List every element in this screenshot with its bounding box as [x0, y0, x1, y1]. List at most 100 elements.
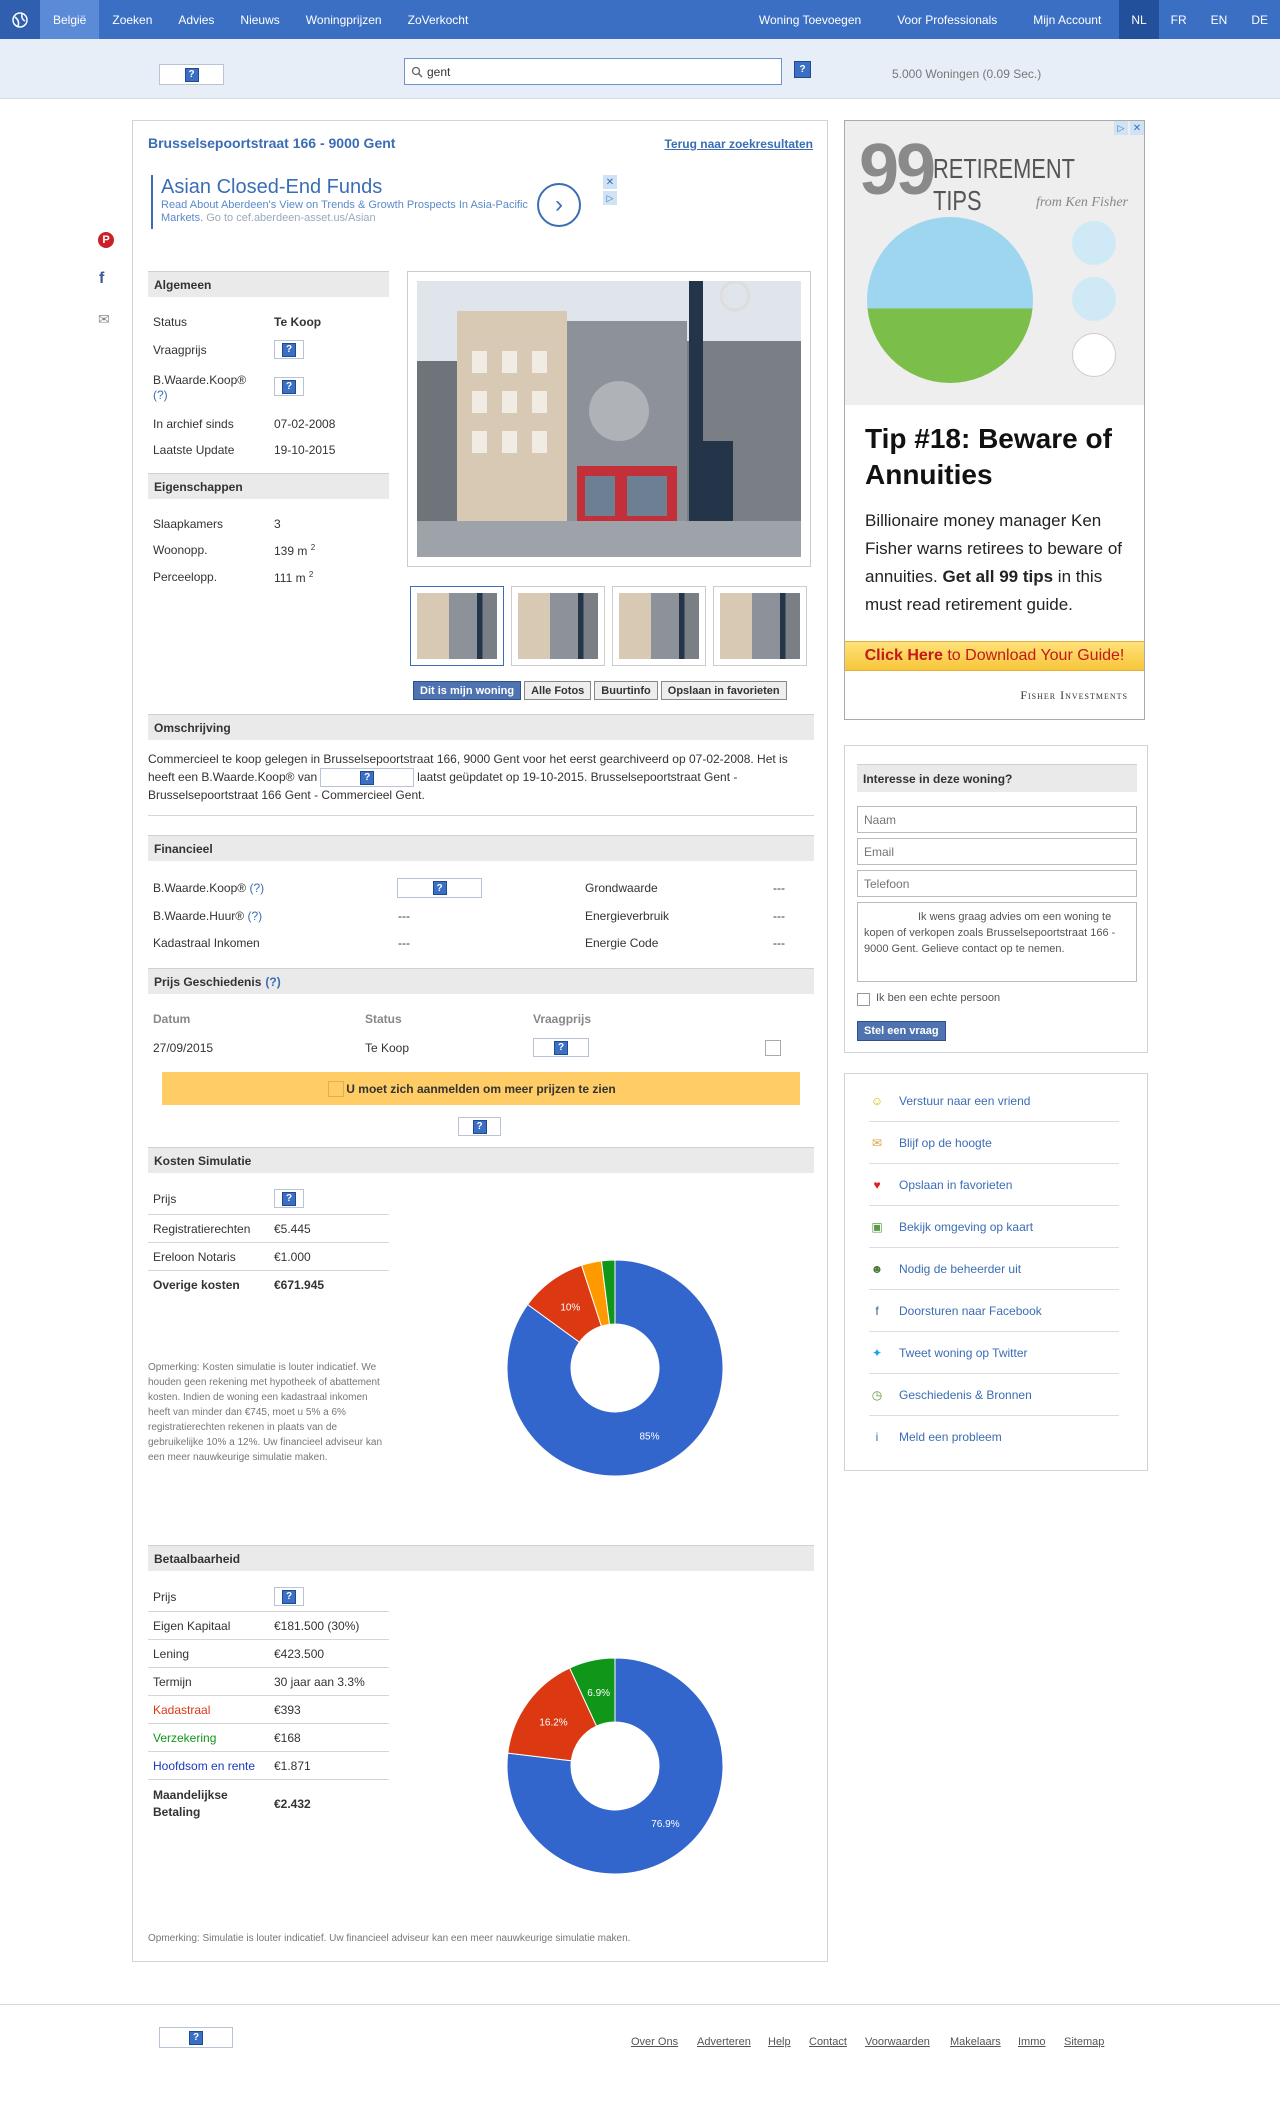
side-link-2[interactable]: ♥ Opslaan in favorieten [869, 1164, 1119, 1206]
divider [148, 1270, 389, 1271]
side-link-1[interactable]: ✉ Blijf op de hoogte [869, 1122, 1119, 1164]
broken-image-icon: ? [189, 2030, 203, 2045]
email-field[interactable] [857, 838, 1137, 865]
footer-logo-placeholder[interactable]: ? [159, 2027, 233, 2048]
chevron-right-icon[interactable]: › [537, 183, 581, 227]
facebook-icon: f [875, 1303, 879, 1318]
side-link-7[interactable]: ◷ Geschiedenis & Bronnen [869, 1374, 1119, 1416]
energieverbruik-label: Energieverbruik [585, 909, 670, 923]
lang-nl[interactable]: NL [1119, 0, 1159, 39]
main-photo-frame[interactable] [407, 271, 811, 567]
vraagprijs-value[interactable]: ? [274, 340, 304, 359]
footer-link-makelaars[interactable]: Makelaars [950, 2036, 1001, 2048]
side-link-5[interactable]: f Doorsturen naar Facebook [869, 1290, 1119, 1332]
search-submit-button[interactable]: ? [794, 61, 811, 78]
side-link-label: Geschiedenis & Bronnen [899, 1387, 1032, 1402]
bwaarde-value[interactable]: ? [274, 377, 304, 396]
ad-close-icon[interactable]: ✕ [603, 175, 617, 189]
kadastraal-inkomen-value: --- [398, 936, 410, 950]
footer-link-immo[interactable]: Immo [1018, 2036, 1046, 2048]
lang-de[interactable]: DE [1239, 0, 1280, 39]
side-link-3[interactable]: ▣ Bekijk omgeving op kaart [869, 1206, 1119, 1248]
login-banner[interactable]: U moet zich aanmelden om meer prijzen te… [162, 1072, 800, 1105]
login-placeholder[interactable]: ? [458, 1117, 501, 1136]
side-advertisement[interactable]: 99 RETIREMENT TIPS from Ken Fisher ▷ ✕ T… [844, 120, 1145, 720]
lang-fr[interactable]: FR [1159, 0, 1199, 39]
divider [148, 1639, 389, 1640]
contact-form-title: Interesse in deze woning? [857, 764, 1137, 792]
side-ad-cta-button[interactable]: Click Here to Download Your Guide! [845, 641, 1144, 671]
phone-field[interactable] [857, 870, 1137, 897]
side-link-label: Meld een probleem [899, 1430, 1002, 1444]
side-link-0[interactable]: ☺ Verstuur naar een vriend [869, 1080, 1119, 1122]
pinterest-icon[interactable]: P [98, 232, 114, 248]
side-ad-tip: Tip #18: Beware of Annuities [865, 423, 1112, 490]
bhuur-label: B.Waarde.Huur® (?) [153, 909, 263, 923]
col-status: Status [365, 1012, 402, 1026]
nav-belgie[interactable]: België [40, 0, 100, 39]
history-price: ? [533, 1038, 589, 1057]
back-to-results-link[interactable]: Terug naar zoekresultaten [665, 137, 814, 151]
thumbnail-2[interactable] [511, 586, 605, 666]
bkoop-help-link[interactable]: (?) [249, 881, 264, 895]
side-links-box: ☺ Verstuur naar een vriend ✉ Blijf op de ho… [844, 1073, 1148, 1471]
ad-choices-icon[interactable]: ▷ [1114, 121, 1128, 135]
side-link-8[interactable]: i Meld een probleem [869, 1416, 1119, 1458]
col-vraagprijs: Vraagprijs [533, 1012, 592, 1026]
side-link-6[interactable]: ✦ Tweet woning op Twitter [869, 1332, 1119, 1374]
ad-close-icon[interactable]: ✕ [1130, 121, 1144, 135]
nav-advies[interactable]: Advies [165, 0, 227, 39]
verzekering-label: Verzekering [153, 1731, 217, 1745]
stel-een-vraag-button[interactable]: Stel een vraag [857, 1021, 946, 1041]
nav-nieuws[interactable]: Nieuws [227, 0, 292, 39]
thumbnail-3[interactable] [612, 586, 706, 666]
footer-link-sitemap[interactable]: Sitemap [1064, 2036, 1104, 2048]
footer-link-contact[interactable]: Contact [809, 2036, 847, 2048]
bwaarde-label: B.Waarde.Koop® [153, 373, 247, 387]
nav-zoeken[interactable]: Zoeken [99, 0, 165, 39]
bhuur-help-link[interactable]: (?) [247, 909, 262, 923]
footer-link-help[interactable]: Help [768, 2036, 791, 2048]
broken-image-icon: ? [282, 342, 296, 357]
nav-mijn-account[interactable]: Mijn Account [1015, 0, 1119, 39]
search-input[interactable]: gent [404, 58, 782, 85]
bwaarde-help-link[interactable]: (?) [153, 388, 168, 402]
history-checkbox[interactable] [765, 1040, 781, 1056]
buurtinfo-button[interactable]: Buurtinfo [594, 681, 658, 700]
prijs-help-link[interactable]: (?) [265, 975, 280, 989]
human-checkbox[interactable] [857, 993, 870, 1006]
smiley-icon: ☺ [870, 1093, 884, 1108]
inline-ad[interactable]: Asian Closed-End Funds Read About Aberde… [151, 175, 581, 229]
side-link-4[interactable]: ☻ Nodig de beheerder uit [869, 1248, 1119, 1290]
human-checkbox-label: Ik ben een echte persoon [876, 992, 1001, 1004]
slaapkamers-value: 3 [274, 517, 281, 531]
nav-voor-professionals[interactable]: Voor Professionals [879, 0, 1015, 39]
ad-choices-icon[interactable]: ▷ [603, 191, 617, 205]
golfer-illustration [867, 217, 1033, 383]
user-icon: ☻ [870, 1261, 884, 1276]
facebook-share-icon[interactable]: f [99, 270, 104, 288]
message-field[interactable]: Ik wens graag advies om een woning te ko… [857, 902, 1137, 982]
thumbnail-4[interactable] [713, 586, 807, 666]
footer-link-over-ons[interactable]: Over Ons [631, 2036, 678, 2048]
name-field[interactable] [857, 806, 1137, 833]
footer-divider [0, 2004, 1280, 2005]
dit-is-mijn-woning-button[interactable]: Dit is mijn woning [413, 681, 522, 700]
nav-woning-toevoegen[interactable]: Woning Toevoegen [741, 0, 879, 39]
email-share-icon[interactable]: ✉ [98, 311, 110, 328]
broken-image-icon: ? [554, 1040, 568, 1055]
section-financieel: Financieel [148, 835, 814, 861]
globe-icon[interactable] [0, 0, 40, 39]
footer-link-voorwaarden[interactable]: Voorwaarden [865, 2036, 930, 2048]
main-photo[interactable] [417, 281, 801, 557]
thumbnail-1[interactable] [410, 586, 504, 666]
nav-zoverkocht[interactable]: ZoVerkocht [395, 0, 482, 39]
opslaan-favorieten-button[interactable]: Opslaan in favorieten [660, 681, 787, 700]
nav-woningprijzen[interactable]: Woningprijzen [293, 0, 395, 39]
lang-en[interactable]: EN [1199, 0, 1240, 39]
history-status: Te Koop [365, 1041, 410, 1055]
eigen-kapitaal-value: €181.500 (30%) [274, 1619, 360, 1633]
alle-fotos-button[interactable]: Alle Fotos [524, 681, 592, 700]
footer-link-adverteren[interactable]: Adverteren [697, 2036, 751, 2048]
logo-placeholder[interactable]: ? [159, 64, 224, 85]
